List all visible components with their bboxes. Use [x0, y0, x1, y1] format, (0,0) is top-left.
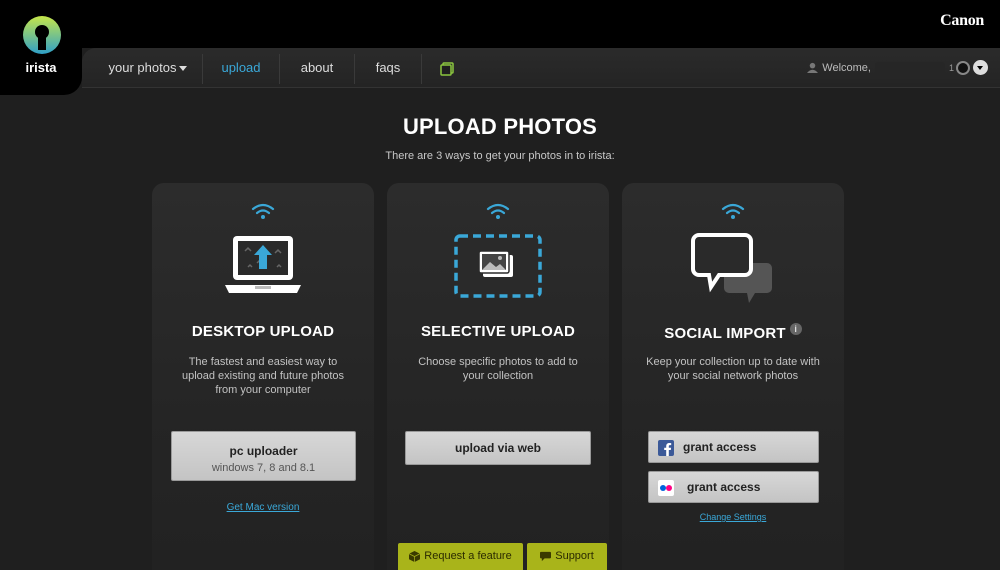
nav-your-photos[interactable]: your photos — [94, 48, 202, 88]
nav-faqs[interactable]: faqs — [355, 48, 421, 88]
facebook-grant-access-label: grant access — [683, 440, 757, 454]
speech-bubble-icon — [540, 551, 552, 561]
social-import-title-text: SOCIAL IMPORT — [664, 325, 786, 342]
upload-via-web-label: upload via web — [454, 441, 541, 455]
wifi-icon — [486, 203, 510, 219]
social-import-title: SOCIAL IMPORT i — [622, 323, 844, 342]
upload-via-web-button[interactable]: upload via web — [405, 431, 591, 465]
welcome-label: Welcome, — [822, 61, 871, 74]
logo-text: irista — [25, 60, 57, 75]
selective-upload-description: Choose specific photos to add to your co… — [418, 356, 578, 382]
chat-bubbles-icon — [691, 233, 772, 303]
nav-about[interactable]: about — [280, 48, 354, 88]
main-nav: your photos upload about faqs Welcome, 1 — [82, 48, 1000, 88]
selective-upload-card: SELECTIVE UPLOAD Choose specific photos … — [387, 183, 609, 570]
request-feature-button[interactable]: Request a feature — [398, 543, 523, 570]
top-strip — [0, 0, 1000, 48]
pc-uploader-button[interactable]: pc uploader windows 7, 8 and 8.1 — [171, 431, 356, 481]
welcome-area: Welcome, 1 — [807, 60, 988, 75]
support-label: Support — [555, 550, 594, 562]
nav-upload[interactable]: upload — [203, 48, 279, 88]
pc-uploader-label: pc uploader — [229, 444, 298, 458]
page-subtitle: There are 3 ways to get your photos in t… — [385, 150, 615, 162]
account-dropdown-icon[interactable] — [973, 60, 988, 75]
pc-uploader-sublabel: windows 7, 8 and 8.1 — [211, 462, 316, 474]
desktop-upload-card: DESKTOP UPLOAD The fastest and easiest w… — [152, 183, 374, 570]
get-mac-version-link[interactable]: Get Mac version — [152, 502, 374, 513]
change-settings-link[interactable]: Change Settings — [622, 512, 844, 522]
facebook-icon — [658, 440, 674, 456]
laptop-upload-icon — [225, 236, 301, 293]
nav-app-button[interactable] — [422, 48, 472, 88]
selective-upload-title: SELECTIVE UPLOAD — [420, 323, 576, 340]
info-icon[interactable]: i — [789, 323, 802, 335]
request-feature-label: Request a feature — [424, 550, 512, 562]
flickr-grant-access-label: grant access — [687, 480, 761, 494]
nav-your-photos-label: your photos — [108, 60, 177, 75]
notification-count: 1 — [948, 62, 954, 73]
app-square-icon — [440, 61, 454, 76]
page-title: UPLOAD PHOTOS — [402, 114, 598, 139]
flickr-icon — [658, 480, 674, 496]
support-button[interactable]: Support — [527, 543, 607, 570]
user-name — [874, 61, 945, 74]
photo-select-icon — [454, 234, 542, 298]
facebook-grant-access-button[interactable]: grant access — [648, 431, 819, 463]
canon-logo: Canon — [940, 12, 984, 29]
flickr-grant-access-button[interactable]: grant access — [648, 471, 819, 503]
irista-logo-icon — [23, 16, 61, 54]
irista-logo[interactable]: irista — [0, 0, 82, 95]
social-import-description: Keep your collection up to date with you… — [646, 356, 820, 382]
user-icon — [807, 62, 819, 73]
desktop-upload-description: The fastest and easiest way to upload ex… — [181, 356, 345, 396]
chevron-down-icon — [179, 66, 188, 72]
social-import-card: SOCIAL IMPORT i Keep your collection up t… — [622, 183, 844, 570]
desktop-upload-title: DESKTOP UPLOAD — [191, 323, 335, 340]
wifi-icon — [251, 203, 275, 219]
avatar[interactable] — [956, 60, 970, 75]
wifi-icon — [721, 203, 745, 219]
cube-icon — [409, 550, 421, 562]
